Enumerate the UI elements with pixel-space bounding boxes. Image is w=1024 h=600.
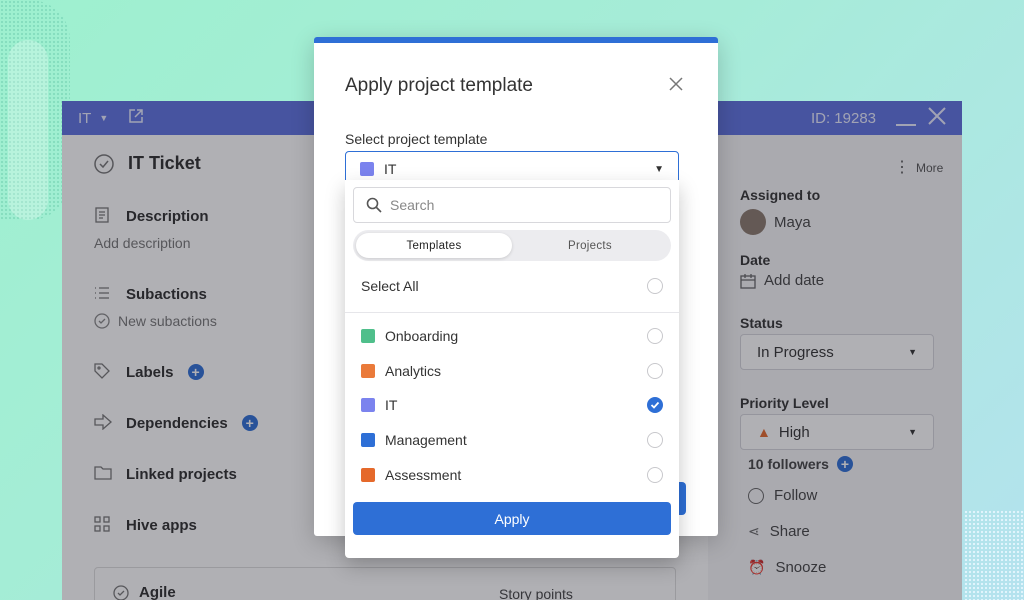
template-item-label: Analytics — [385, 362, 442, 379]
close-icon[interactable] — [669, 77, 687, 95]
checkmark-icon — [650, 402, 660, 410]
template-item[interactable]: Management — [361, 432, 663, 449]
template-item[interactable]: Analytics — [361, 362, 663, 379]
radio[interactable] — [647, 432, 663, 449]
template-item-label: Management — [385, 432, 467, 449]
checked-radio[interactable] — [647, 397, 663, 414]
decorative-blob — [8, 40, 48, 220]
radio[interactable] — [647, 328, 663, 344]
template-type-toggle: Templates Projects — [353, 230, 671, 261]
select-template-label: Select project template — [345, 131, 488, 147]
template-item[interactable]: Onboarding — [361, 328, 663, 344]
radio[interactable] — [647, 466, 663, 483]
template-dropdown: Search Templates Projects Select All Onb… — [345, 180, 679, 558]
select-all-row[interactable]: Select All — [361, 278, 663, 294]
tab-templates[interactable]: Templates — [356, 233, 512, 258]
color-swatch — [361, 363, 375, 378]
apply-button[interactable]: Apply — [353, 502, 671, 535]
search-icon — [366, 197, 382, 213]
template-item[interactable]: IT — [361, 397, 663, 414]
decorative-dots-right — [964, 510, 1024, 600]
template-item-label: IT — [385, 397, 398, 414]
select-all-radio[interactable] — [647, 278, 663, 294]
radio[interactable] — [647, 362, 663, 379]
selected-template: IT — [384, 161, 397, 177]
divider — [345, 312, 679, 313]
search-input[interactable]: Search — [390, 197, 434, 213]
color-swatch — [361, 433, 375, 448]
search-field[interactable]: Search — [353, 187, 671, 223]
template-item[interactable]: Assessment — [361, 466, 663, 483]
color-swatch — [361, 398, 375, 413]
color-swatch — [361, 467, 375, 482]
tab-projects[interactable]: Projects — [512, 233, 668, 258]
template-item-label: Assessment — [385, 466, 462, 483]
template-item-label: Onboarding — [385, 328, 459, 344]
color-swatch — [361, 329, 375, 343]
color-swatch — [360, 162, 374, 176]
select-all-label: Select All — [361, 278, 419, 294]
chevron-down-icon: ▼ — [654, 163, 664, 175]
modal-title: Apply project template — [345, 75, 533, 96]
